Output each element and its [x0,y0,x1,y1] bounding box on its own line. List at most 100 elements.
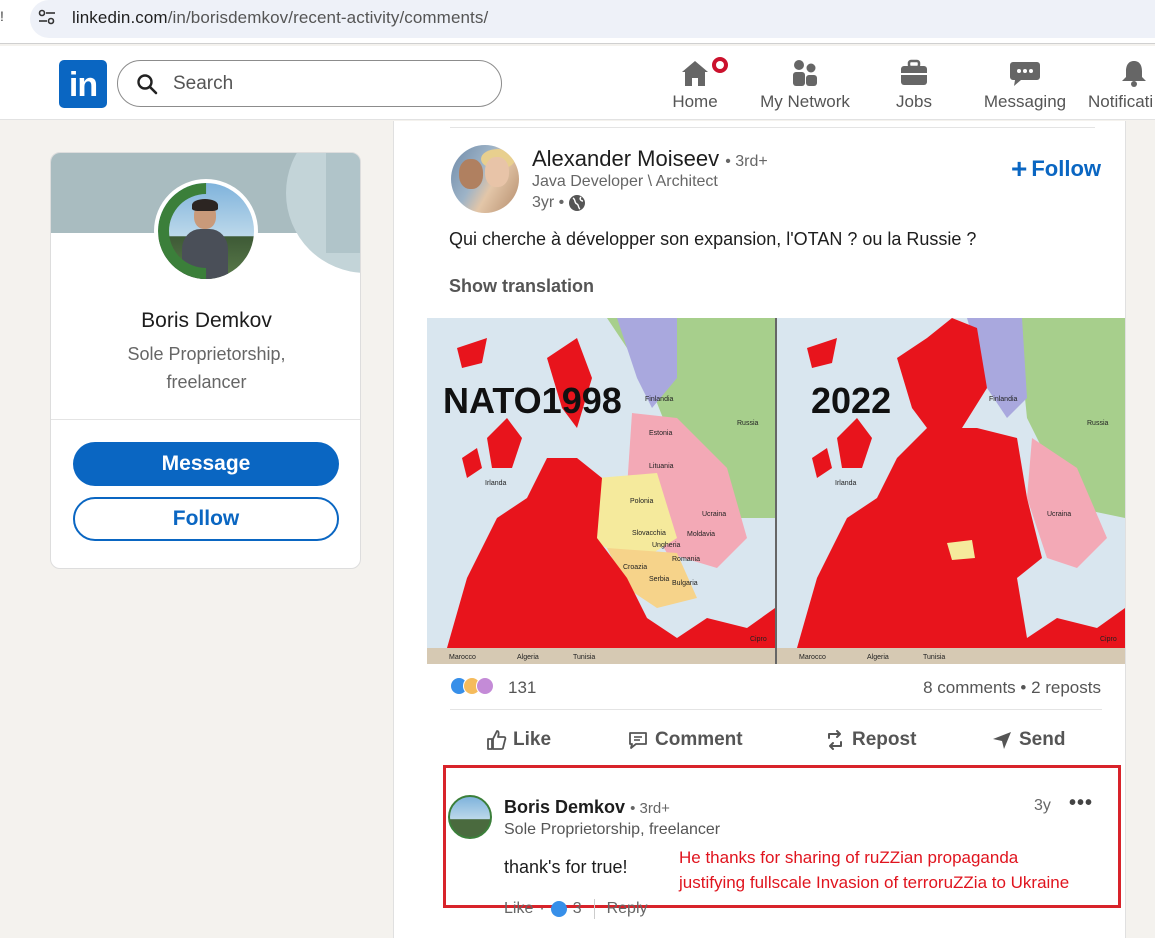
curious-reaction-icon [476,677,494,695]
globe-icon [569,195,586,211]
map-word: Ungheria [652,542,681,549]
show-translation-link[interactable]: Show translation [449,276,594,297]
map-word: Romania [672,556,701,563]
post-author-name-text: Alexander Moiseev [532,146,720,171]
post-author-name[interactable]: Alexander Moiseev • 3rd+ [532,146,768,172]
comment-button[interactable]: Comment [627,729,743,751]
connection-degree: • 3rd+ [725,153,768,170]
comment-author-name-text: Boris Demkov [504,797,626,817]
connection-degree: • 3rd+ [630,800,670,817]
map-word: Tunisia [923,654,946,661]
annotation-line-2: justifying fullscale Invasion of terroru… [679,873,1070,892]
map-word: Finlandia [645,396,674,403]
profile-name[interactable]: Boris Demkov [51,309,360,333]
map-word: Marocco [799,654,826,661]
network-icon [793,60,817,86]
comment-like-button[interactable]: Like [504,900,533,918]
nav-notifications-label: Notificati [1088,92,1154,111]
message-button[interactable]: Message [73,442,339,486]
repost-label: Repost [852,729,917,750]
more-options-icon[interactable]: ••• [1069,792,1093,815]
map-word: Tunisia [573,654,596,661]
map-word: Croazia [623,564,648,571]
map-word: Serbia [649,576,670,583]
site-settings-icon[interactable] [36,6,58,28]
profile-avatar[interactable] [154,179,258,283]
browser-address-bar[interactable]: ! linkedin.com/in/borisdemkov/recent-act… [0,0,1155,44]
nav-notifications[interactable]: Notificati [1088,56,1155,112]
map-word: Russia [1087,420,1109,427]
plus-icon: + [1011,153,1028,184]
nav-messaging-label: Messaging [983,92,1067,111]
comment-like-count[interactable]: 3 [573,900,582,918]
thumbs-up-icon [487,730,507,750]
reaction-icons[interactable] [450,677,494,695]
nav-my-network[interactable]: My Network [758,56,852,112]
send-label: Send [1019,729,1066,750]
divider [450,127,1095,128]
map-word: Bulgaria [672,580,698,587]
post-time-text: 3yr • [532,194,565,211]
repost-icon [828,730,842,750]
map-2022: 2022 Finlandia Russia Irlanda Ucraina Ma… [777,318,1125,664]
follow-button[interactable]: Follow [73,497,339,541]
map-word: Ucraina [1047,511,1072,518]
profile-headline: Sole Proprietorship, freelancer [127,344,286,392]
comment-timestamp: 3y [1034,797,1051,814]
home-icon [682,61,708,86]
briefcase-icon [901,59,927,85]
map-word: Slovacchia [632,530,666,537]
search-box[interactable] [117,60,502,107]
map-word: Algeria [517,654,539,661]
annotation-text: He thanks for sharing of ruZZian propaga… [679,845,1069,895]
tab-edge: ! [0,8,4,24]
map-word: Polonia [630,498,654,505]
map-word: Ucraina [702,511,727,518]
repost-button[interactable]: Repost [824,729,916,751]
post-image[interactable]: NATO1998 Finlandia Russia Estonia Lituan… [427,318,1125,664]
map-word: Algeria [867,654,889,661]
map-word: Irlanda [835,480,857,487]
comment-author-avatar[interactable] [448,795,492,839]
post-timestamp: 3yr • [532,194,586,212]
comment-icon [629,732,647,749]
url-path: /in/borisdemkov/recent-activity/comments… [167,8,489,27]
dot-separator: · [539,900,545,917]
comment-author-headline: Sole Proprietorship, freelancer [504,821,721,838]
send-button[interactable]: Send [991,729,1065,751]
nav-jobs-label: Jobs [896,92,932,111]
post-author-avatar[interactable] [451,145,519,213]
reaction-count[interactable]: 131 [508,678,536,698]
map-label-1998: NATO1998 [443,380,622,421]
nav-messaging[interactable]: Messaging [983,56,1067,112]
nav-jobs[interactable]: Jobs [887,56,941,112]
map-word: Moldavia [687,531,716,538]
map-word: Estonia [649,430,673,437]
global-nav: in Home My Network [0,46,1155,120]
url-text[interactable]: linkedin.com/in/borisdemkov/recent-activ… [72,8,488,28]
map-word: Lituania [649,463,674,470]
comment-reply-button[interactable]: Reply [607,900,648,918]
profile-card: Boris Demkov Sole Proprietorship, freela… [50,152,361,569]
like-reaction-icon [550,901,567,917]
divider [51,419,360,420]
divider [593,899,595,919]
post-author-title: Java Developer \ Architect [532,173,718,190]
nav-my-network-label: My Network [760,92,850,111]
like-label: Like [513,729,552,750]
open-to-work-ring [158,183,254,279]
map-word: Irlanda [485,480,507,487]
notification-badge [709,54,731,76]
search-icon [137,74,158,95]
nav-home[interactable]: Home [667,54,731,112]
linkedin-logo[interactable]: in [59,60,107,108]
like-button[interactable]: Like [485,729,551,751]
search-input[interactable] [173,71,473,97]
comment-author-name[interactable]: Boris Demkov • 3rd+ [504,797,670,818]
url-domain: linkedin.com [72,8,168,27]
map-word: Cipro [750,636,767,643]
comments-reposts-count[interactable]: 8 comments • 2 reposts [923,678,1101,698]
post-follow-button[interactable]: + Follow [1011,153,1101,185]
post-text: Qui cherche à développer son expansion, … [449,229,977,249]
comment-text: thank's for true! [504,857,628,877]
